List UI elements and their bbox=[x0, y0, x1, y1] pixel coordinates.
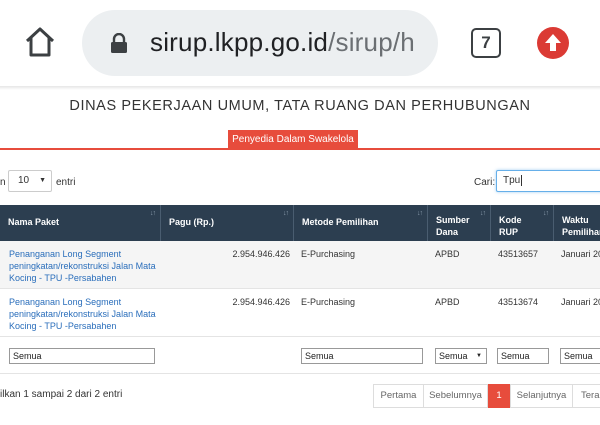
filter-sumber-dana-select[interactable]: Semua ▼ bbox=[435, 348, 487, 364]
cell-kode-rup: 43513657 bbox=[498, 249, 539, 259]
column-header-pagu[interactable]: Pagu (Rp.) ↓↑ bbox=[161, 205, 294, 241]
upload-icon[interactable] bbox=[537, 27, 569, 59]
cell-metode: E-Purchasing bbox=[301, 297, 356, 307]
column-header-label: Waktu Pemilihan bbox=[562, 215, 600, 237]
sort-icon: ↓↑ bbox=[417, 210, 423, 217]
sort-icon: ↓↑ bbox=[150, 210, 156, 217]
page-length-select[interactable]: 10 ▼ bbox=[8, 170, 52, 192]
url-text: sirup.lkpp.go.id/sirup/h bbox=[150, 27, 415, 58]
table-header: Nama Paket ↓↑ Pagu (Rp.) ↓↑ Metode Pemil… bbox=[0, 205, 600, 241]
cell-nama-paket[interactable]: Penanganan Long Segment peningkatan/reko… bbox=[9, 248, 157, 284]
cell-waktu: Januari 20 bbox=[561, 249, 600, 259]
search-input[interactable]: Tpu bbox=[496, 170, 600, 192]
table-info: ilkan 1 sampai 2 dari 2 entri bbox=[0, 389, 123, 400]
column-header-waktu[interactable]: Waktu Pemilihan bbox=[554, 205, 600, 241]
filter-metode-input[interactable]: Semua bbox=[301, 348, 423, 364]
column-header-metode[interactable]: Metode Pemilihan ↓↑ bbox=[294, 205, 428, 241]
page-length-value: 10 bbox=[18, 175, 30, 186]
address-bar[interactable]: sirup.lkpp.go.id/sirup/h bbox=[82, 10, 438, 76]
pagination-next-button[interactable]: Selanjutnya bbox=[510, 384, 573, 408]
table-row: Penanganan Long Segment peningkatan/reko… bbox=[0, 241, 600, 289]
column-header-label: Kode RUP bbox=[499, 215, 522, 237]
column-header-label: Nama Paket bbox=[8, 217, 60, 227]
chevron-down-icon: ▼ bbox=[476, 353, 482, 359]
length-label-suffix: entri bbox=[56, 177, 76, 188]
cell-waktu: Januari 20 bbox=[561, 297, 600, 307]
pagination-page-1-button[interactable]: 1 bbox=[488, 384, 510, 408]
column-header-sumber-dana[interactable]: Sumber Dana ↓↑ bbox=[428, 205, 491, 241]
sort-icon: ↓↑ bbox=[283, 210, 289, 217]
cell-metode: E-Purchasing bbox=[301, 249, 356, 259]
chevron-down-icon: ▼ bbox=[39, 177, 46, 184]
pagination-first-button[interactable]: Pertama bbox=[373, 384, 424, 408]
url-path: /sirup/h bbox=[328, 27, 415, 57]
cell-pagu: 2.954.946.426 bbox=[232, 297, 290, 307]
text-cursor bbox=[521, 174, 523, 186]
filter-kode-rup-input[interactable]: Semua bbox=[497, 348, 549, 364]
cell-pagu: 2.954.946.426 bbox=[232, 249, 290, 259]
filter-sumber-dana-value: Semua bbox=[439, 351, 468, 361]
lock-icon bbox=[110, 32, 128, 53]
url-host: sirup.lkpp.go.id bbox=[150, 27, 329, 57]
page-title: DINAS PEKERJAAN UMUM, TATA RUANG DAN PER… bbox=[69, 98, 531, 114]
cell-nama-paket[interactable]: Penanganan Long Segment peningkatan/reko… bbox=[9, 296, 157, 332]
tab-switcher-button[interactable]: 7 bbox=[471, 28, 501, 58]
home-icon[interactable] bbox=[22, 24, 58, 60]
cell-sumber-dana: APBD bbox=[435, 297, 460, 307]
browser-toolbar: sirup.lkpp.go.id/sirup/h 7 bbox=[0, 0, 600, 86]
tab-penyedia-dalam-swakelola[interactable]: Penyedia Dalam Swakelola bbox=[228, 130, 358, 150]
filter-nama-paket-input[interactable]: Semua bbox=[9, 348, 155, 364]
table-row: Penanganan Long Segment peningkatan/reko… bbox=[0, 289, 600, 337]
pagination-last-button[interactable]: Terak bbox=[572, 384, 600, 408]
toolbar-shadow bbox=[0, 86, 600, 90]
column-header-label: Sumber Dana bbox=[436, 215, 470, 237]
column-header-label: Pagu (Rp.) bbox=[169, 217, 214, 227]
filter-waktu-input[interactable]: Semua bbox=[560, 348, 600, 364]
cell-sumber-dana: APBD bbox=[435, 249, 460, 259]
length-label-prefix: n bbox=[0, 177, 6, 188]
cell-kode-rup: 43513674 bbox=[498, 297, 539, 307]
search-value: Tpu bbox=[503, 175, 521, 186]
filter-row: Semua Semua Semua ▼ Semua Semua bbox=[0, 338, 600, 374]
sort-icon: ↓↑ bbox=[480, 210, 486, 217]
search-label: Cari: bbox=[474, 177, 496, 188]
pagination-previous-button[interactable]: Sebelumnya bbox=[423, 384, 488, 408]
column-header-nama-paket[interactable]: Nama Paket ↓↑ bbox=[0, 205, 161, 241]
column-header-kode-rup[interactable]: Kode RUP ↓↑ bbox=[491, 205, 554, 241]
column-header-label: Metode Pemilihan bbox=[302, 217, 379, 227]
sort-icon: ↓↑ bbox=[543, 210, 549, 217]
